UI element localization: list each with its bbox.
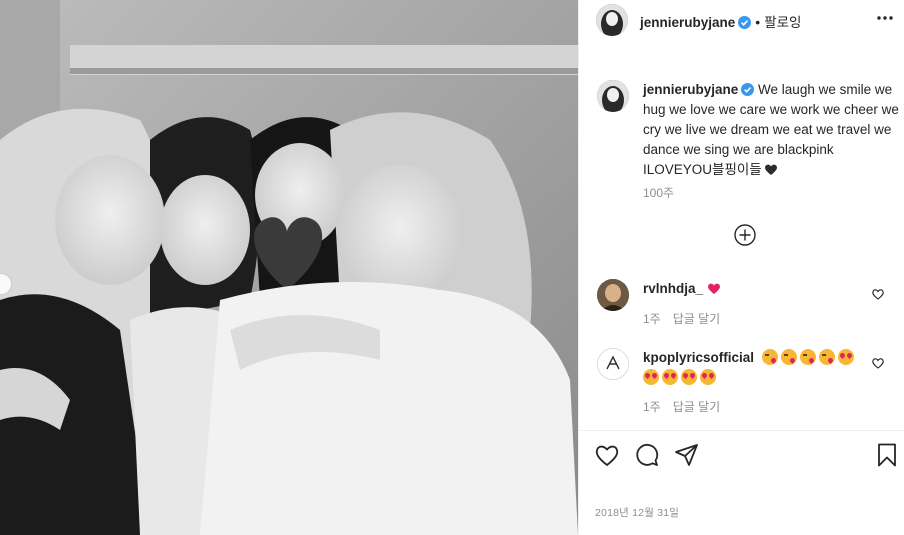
comment-bubble-icon[interactable] — [633, 441, 661, 469]
verified-badge-icon — [738, 16, 752, 29]
post-photo[interactable] — [0, 0, 578, 535]
kiss-emoji-icon — [761, 349, 778, 365]
post-action-bar — [579, 430, 904, 480]
caption-timestamp[interactable]: 100주 — [643, 184, 674, 201]
caption-text: jennierubyjane We laugh we smile we hug … — [643, 80, 899, 180]
following-button[interactable]: 팔로잉 — [764, 15, 801, 30]
heart-eyes-emoji-icon — [681, 369, 697, 385]
comment-body: rvlnhdja_ — [643, 279, 863, 299]
like-heart-icon[interactable] — [593, 441, 621, 469]
heart-eyes-emoji-icon — [837, 349, 854, 365]
share-paper-plane-icon[interactable] — [673, 441, 701, 469]
red-heart-emoji-icon — [708, 283, 721, 294]
comment-timestamp[interactable]: 1주 — [643, 312, 661, 326]
commenter-username[interactable]: kpoplyricsofficial — [643, 350, 754, 365]
reply-button[interactable]: 답글 달기 — [673, 400, 721, 414]
commenter-avatar[interactable] — [597, 279, 629, 311]
heart-eyes-emoji-icon — [700, 369, 716, 385]
reply-button[interactable]: 답글 달기 — [673, 312, 721, 326]
separator-dot: • — [755, 14, 761, 30]
comment-body: kpoplyricsofficial — [643, 348, 873, 388]
caption-username[interactable]: jennierubyjane — [643, 82, 738, 97]
commenter-avatar[interactable] — [597, 348, 629, 380]
author-username[interactable]: jennierubyjane — [640, 15, 735, 30]
avatar-image — [596, 4, 628, 36]
heart-eyes-emoji-icon — [643, 369, 659, 385]
load-more-comments-icon[interactable] — [734, 224, 756, 246]
like-comment-heart-icon[interactable] — [871, 356, 885, 370]
caption-avatar[interactable] — [597, 80, 629, 112]
like-comment-heart-icon[interactable] — [871, 287, 885, 301]
post-date[interactable]: 2018년 12월 31일 — [595, 505, 679, 520]
avatar-image — [598, 349, 628, 379]
emoji-group — [761, 349, 857, 365]
post-side-panel: jennierubyjane • 팔로잉 jennierubyjane We lau… — [578, 0, 904, 535]
kiss-emoji-icon — [818, 349, 835, 365]
post-header: jennierubyjane • 팔로잉 — [579, 0, 904, 40]
comment-meta: 1주 답글 달기 — [643, 398, 732, 415]
kiss-emoji-icon — [799, 349, 816, 365]
black-heart-emoji-icon — [764, 164, 777, 175]
heart-eyes-emoji-icon — [662, 369, 678, 385]
author-avatar[interactable] — [596, 4, 628, 36]
commenter-username[interactable]: rvlnhdja_ — [643, 281, 703, 296]
comment-meta: 1주 답글 달기 — [643, 310, 732, 327]
save-bookmark-icon[interactable] — [873, 441, 901, 469]
avatar-image — [597, 80, 629, 112]
kiss-emoji-icon — [780, 349, 797, 365]
verified-badge-icon — [741, 83, 755, 96]
more-options-icon[interactable] — [875, 8, 895, 28]
avatar-image — [597, 279, 629, 311]
comment-timestamp[interactable]: 1주 — [643, 400, 661, 414]
photo-image — [0, 0, 578, 535]
